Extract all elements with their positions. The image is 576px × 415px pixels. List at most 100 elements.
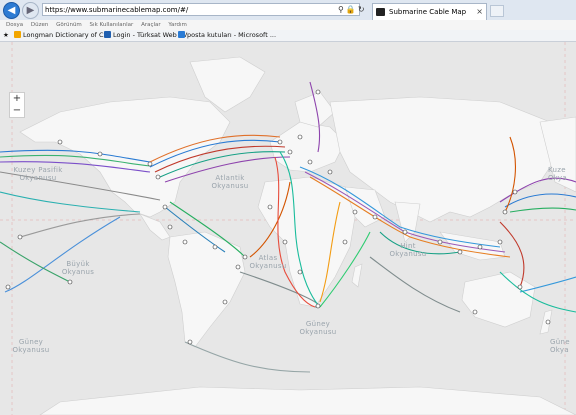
lock-icon[interactable]: 🔒 bbox=[346, 5, 358, 14]
landing-point[interactable] bbox=[402, 229, 408, 235]
landing-point[interactable] bbox=[327, 169, 333, 175]
favorite-longman[interactable]: Longman Dictionary of C... bbox=[14, 30, 110, 41]
favorite-label: Longman Dictionary of C... bbox=[23, 31, 110, 39]
address-bar-row: ◀ ▶ https://www.submarinecablemap.com/#/… bbox=[0, 0, 576, 21]
favorite-turksat[interactable]: Login - Türksat Web TV bbox=[104, 30, 187, 41]
cable-line[interactable] bbox=[19, 213, 141, 238]
address-input[interactable]: https://www.submarinecablemap.com/#/ bbox=[42, 3, 360, 16]
address-tools: ⚲🔒↻ bbox=[338, 3, 367, 16]
favorites-bar: ★ Longman Dictionary of C... Login - Tür… bbox=[0, 30, 576, 42]
landing-point[interactable] bbox=[212, 244, 218, 250]
landing-point[interactable] bbox=[267, 204, 273, 210]
zoom-control: + − bbox=[9, 92, 25, 118]
land-masses bbox=[19, 56, 576, 415]
landing-point[interactable] bbox=[297, 134, 303, 140]
australia bbox=[461, 271, 536, 328]
ocean-label-atlantic: Atlantik Okyanusu bbox=[211, 174, 249, 190]
africa bbox=[257, 176, 356, 308]
outlook-icon bbox=[178, 31, 185, 38]
landing-point[interactable] bbox=[167, 224, 173, 230]
ocean-label-north-pacific-right: Kuze Okya bbox=[548, 166, 567, 182]
landing-point[interactable] bbox=[307, 159, 313, 165]
landing-point[interactable] bbox=[517, 284, 523, 290]
landing-point[interactable] bbox=[352, 209, 358, 215]
turksat-icon bbox=[104, 31, 111, 38]
antarctica bbox=[39, 386, 576, 415]
scandinavia bbox=[294, 91, 336, 128]
landing-point[interactable] bbox=[67, 279, 73, 285]
cable-line[interactable] bbox=[369, 256, 461, 313]
landing-point[interactable] bbox=[512, 189, 518, 195]
landing-point[interactable] bbox=[545, 319, 551, 325]
forward-button[interactable]: ▶ bbox=[22, 2, 39, 19]
landing-point[interactable] bbox=[57, 139, 63, 145]
tab-submarine-cable-map[interactable]: Submarine Cable Map × bbox=[372, 3, 487, 20]
ocean-label-south-atlantic: Atlas Okyanusu bbox=[249, 254, 287, 270]
zoom-out-button[interactable]: − bbox=[10, 105, 24, 117]
favorite-label: Login - Türksat Web TV bbox=[113, 31, 188, 39]
landing-point[interactable] bbox=[182, 239, 188, 245]
menu-bar: Dosya Düzen Görünüm Sık Kullanılanlar Ar… bbox=[0, 20, 576, 30]
address-url: https://www.submarinecablemap.com/#/ bbox=[45, 6, 189, 14]
landing-point[interactable] bbox=[315, 89, 321, 95]
landing-point[interactable] bbox=[437, 239, 443, 245]
landing-point[interactable] bbox=[287, 149, 293, 155]
landing-point[interactable] bbox=[97, 151, 103, 157]
central-america bbox=[139, 213, 171, 241]
menu-item-file[interactable]: Dosya bbox=[6, 22, 23, 28]
landing-point[interactable] bbox=[502, 209, 508, 215]
star-icon[interactable]: ★ bbox=[3, 30, 9, 41]
ocean-label-southern-left: Güney Okyanusu bbox=[12, 338, 50, 354]
refresh-icon[interactable]: ↻ bbox=[358, 5, 367, 14]
close-icon[interactable]: × bbox=[476, 4, 483, 20]
cable-map[interactable]: + − Kuzey Pasifik Okyanusu Kuze Okya Atl… bbox=[0, 42, 576, 415]
landing-point[interactable] bbox=[297, 269, 303, 275]
ocean-label-north-pacific: Kuzey Pasifik Okyanusu bbox=[13, 166, 63, 182]
favorite-label: posta kutuları - Microsoft ... bbox=[187, 31, 277, 39]
landing-point[interactable] bbox=[222, 299, 228, 305]
landing-point[interactable] bbox=[315, 303, 321, 309]
cable-map-favicon-icon bbox=[376, 8, 385, 16]
landing-point[interactable] bbox=[147, 161, 153, 167]
favorite-outlook[interactable]: posta kutuları - Microsoft ... bbox=[178, 30, 276, 41]
south-america bbox=[167, 231, 246, 348]
cable-line[interactable] bbox=[509, 207, 576, 213]
cable-line[interactable] bbox=[184, 341, 311, 373]
menu-item-edit[interactable]: Düzen bbox=[31, 22, 48, 28]
landing-point[interactable] bbox=[155, 174, 161, 180]
back-arrow-icon: ◀ bbox=[7, 5, 16, 16]
landing-point[interactable] bbox=[472, 309, 478, 315]
landing-point[interactable] bbox=[162, 204, 168, 210]
new-tab-button[interactable] bbox=[490, 5, 504, 17]
longman-icon bbox=[14, 31, 21, 38]
menu-item-tools[interactable]: Araçlar bbox=[141, 22, 161, 28]
map-canvas[interactable] bbox=[0, 42, 576, 415]
back-button[interactable]: ◀ bbox=[3, 2, 20, 19]
menu-item-help[interactable]: Yardım bbox=[168, 22, 187, 28]
landing-point[interactable] bbox=[5, 284, 11, 290]
landing-point[interactable] bbox=[282, 239, 288, 245]
menu-item-favorites[interactable]: Sık Kullanılanlar bbox=[90, 22, 134, 28]
ocean-label-south-pacific: Büyük Okyanus bbox=[61, 260, 95, 276]
north-america bbox=[19, 96, 231, 218]
landing-point[interactable] bbox=[277, 139, 283, 145]
madagascar bbox=[351, 263, 363, 288]
menu-item-view[interactable]: Görünüm bbox=[56, 22, 82, 28]
zoom-in-button[interactable]: + bbox=[10, 93, 24, 105]
cable-line[interactable] bbox=[504, 193, 576, 208]
search-icon[interactable]: ⚲ bbox=[338, 5, 346, 14]
landing-point[interactable] bbox=[477, 244, 483, 250]
browser-window: ◀ ▶ https://www.submarinecablemap.com/#/… bbox=[0, 0, 576, 415]
landing-point[interactable] bbox=[372, 214, 378, 220]
landing-point[interactable] bbox=[17, 234, 23, 240]
landing-point[interactable] bbox=[457, 249, 463, 255]
ocean-label-southern-right: Güne Okya bbox=[550, 338, 570, 354]
landing-point[interactable] bbox=[342, 239, 348, 245]
ocean-label-indian: Hint Okyanusu bbox=[389, 242, 427, 258]
landing-point[interactable] bbox=[187, 339, 193, 345]
landing-point[interactable] bbox=[497, 239, 503, 245]
tab-title: Submarine Cable Map bbox=[389, 8, 467, 16]
cable-line[interactable] bbox=[4, 216, 121, 293]
forward-arrow-icon: ▶ bbox=[26, 5, 35, 16]
ocean-label-southern: Güney Okyanusu bbox=[299, 320, 337, 336]
